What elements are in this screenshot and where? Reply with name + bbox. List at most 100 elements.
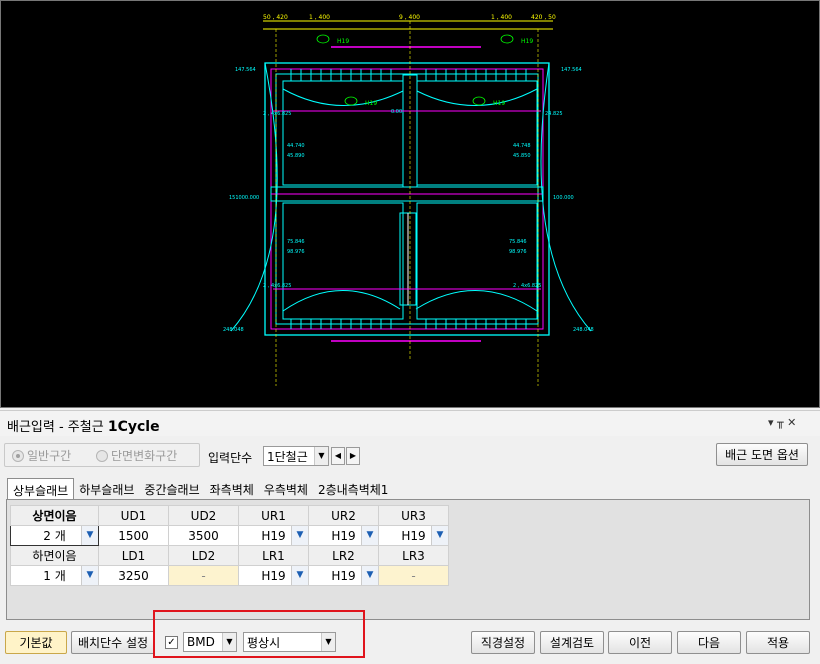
cad-dim-text: 147.564: [235, 67, 256, 73]
stage-next-button[interactable]: ▶: [346, 447, 360, 465]
cad-dim-text: 44.740: [287, 143, 305, 149]
ur1-select[interactable]: H19 ▼: [238, 525, 309, 546]
chevron-down-icon: ▼: [361, 566, 378, 585]
ur3-select[interactable]: H19 ▼: [378, 525, 449, 546]
tab-right-wall[interactable]: 우측벽체: [259, 478, 313, 500]
table-header-cell: LD2: [168, 545, 239, 566]
table-cell-value: 2 개: [43, 529, 66, 543]
radio-general-label: 일반구간: [27, 449, 72, 463]
radio-general-section[interactable]: 일반구간: [12, 447, 71, 464]
chevron-down-icon: ▼: [314, 447, 328, 465]
table-row: 1 개 ▼ 3250 - H19 ▼ H19 ▼ -: [10, 565, 449, 586]
cad-drawing-canvas[interactable]: 50 , 420 1 , 400 9 , 400 1 , 400 420 , 5…: [0, 0, 820, 408]
table-header-cell: UR1: [238, 505, 309, 526]
cad-dim-text: 9 , 400: [399, 14, 420, 21]
table-header-cell: LR3: [378, 545, 449, 566]
table-cell-value: 1 개: [43, 569, 66, 583]
table-cell-value: H19: [331, 568, 356, 583]
panel-title: 배근입력 - 주철근 1Cycle: [7, 416, 160, 435]
lr3-input: -: [378, 565, 449, 586]
table-header-cell: 상면이음: [10, 505, 99, 526]
tab-bottom-slab[interactable]: 하부슬래브: [74, 478, 139, 500]
cad-dim-text: 151000.000: [229, 195, 259, 201]
cad-dim-text: 98.976: [287, 249, 305, 255]
chevron-down-icon: ▼: [361, 526, 378, 545]
cad-dim-text: 420 , 50: [531, 14, 556, 21]
table-header-cell: UD1: [98, 505, 169, 526]
cad-dim-text: 0.00: [391, 109, 402, 115]
stage-setting-button[interactable]: 배치단수 설정: [71, 631, 155, 654]
table-cell-value: H19: [261, 568, 286, 583]
drawing-option-button[interactable]: 배근 도면 옵션: [716, 443, 808, 466]
input-stage-select[interactable]: 1단철근 ▼: [263, 446, 329, 466]
rebar-table: 상면이음 UD1 UD2 UR1 UR2 UR3 2 개 ▼ 1500 3500 …: [10, 505, 449, 586]
table-header-cell: LR1: [238, 545, 309, 566]
ld2-input: -: [168, 565, 239, 586]
next-button[interactable]: 다음: [677, 631, 741, 654]
cad-dim-text: 2 , 4x6.825: [513, 283, 541, 289]
cad-dim-text: 98.976: [509, 249, 527, 255]
table-header-cell: UD2: [168, 505, 239, 526]
cad-top-dims: 50 , 420 1 , 400 9 , 400 1 , 400 420 , 5…: [263, 14, 556, 21]
cad-callout-text: H19: [337, 38, 349, 45]
cad-callout-text: H19: [521, 38, 533, 45]
table-cell-value: H19: [401, 528, 426, 543]
diameter-setting-button[interactable]: 직경설정: [471, 631, 535, 654]
table-header-cell: LR2: [308, 545, 379, 566]
chevron-down-icon: ▼: [431, 526, 448, 545]
table-header-cell: UR2: [308, 505, 379, 526]
design-check-button[interactable]: 설계검토: [540, 631, 604, 654]
cad-dim-text: 45.850: [513, 153, 531, 159]
table-row: 상면이음 UD1 UD2 UR1 UR2 UR3: [10, 505, 449, 526]
slab-tabs: 상부슬래브 하부슬래브 중간슬래브 좌측벽체 우측벽체 2층내측벽체1: [7, 478, 393, 500]
table-header-cell: 하면이음: [10, 545, 99, 566]
cad-dim-text: 248.048: [223, 327, 244, 333]
default-button[interactable]: 기본값: [5, 631, 67, 654]
cad-dim-text: 248.048: [573, 327, 594, 333]
panel-title-prefix: 배근입력 - 주철근: [7, 420, 104, 435]
chevron-down-icon: ▼: [81, 566, 98, 585]
top-splice-count-select[interactable]: 2 개 ▼: [10, 525, 99, 546]
ur2-select[interactable]: H19 ▼: [308, 525, 379, 546]
cad-dim-text: 45.890: [287, 153, 305, 159]
chevron-down-icon: ▼: [81, 526, 98, 545]
panel-window-controls[interactable]: ▾ ╥ ✕: [768, 416, 796, 429]
cad-dim-text: 1 , 400: [491, 14, 512, 21]
ld1-input[interactable]: 3250: [98, 565, 169, 586]
ud2-input[interactable]: 3500: [168, 525, 239, 546]
tab-left-wall[interactable]: 좌측벽체: [205, 478, 259, 500]
input-stage-label: 입력단수: [208, 451, 253, 465]
cad-dim-text: 1 , 400: [309, 14, 330, 21]
chevron-down-icon: ▼: [291, 566, 308, 585]
lr2-select[interactable]: H19 ▼: [308, 565, 379, 586]
cad-dim-text: 24.825: [545, 111, 563, 117]
cad-dim-text: 75.846: [509, 239, 527, 245]
table-row: 2 개 ▼ 1500 3500 H19 ▼ H19 ▼ H19 ▼: [10, 525, 449, 546]
tab-top-slab[interactable]: 상부슬래브: [7, 478, 75, 500]
table-header-cell: UR3: [378, 505, 449, 526]
apply-button[interactable]: 적용: [746, 631, 810, 654]
tab-middle-slab[interactable]: 중간슬래브: [139, 478, 204, 500]
tab-inner-wall-2f[interactable]: 2층내측벽체1: [313, 478, 393, 500]
table-row: 하면이음 LD1 LD2 LR1 LR2 LR3: [10, 545, 449, 566]
cad-dim-text: 2 , 4x6.825: [263, 111, 291, 117]
lr1-select[interactable]: H19 ▼: [238, 565, 309, 586]
highlight-box: [153, 610, 365, 658]
prev-button[interactable]: 이전: [608, 631, 672, 654]
panel-title-cycle: 1Cycle: [107, 419, 160, 435]
cad-dim-text: 50 , 420: [263, 14, 288, 21]
radio-dot-icon: [12, 449, 24, 462]
radio-change-section[interactable]: 단면변화구간: [96, 447, 177, 464]
table-header-cell: LD1: [98, 545, 169, 566]
cad-dim-text: 44.748: [513, 143, 531, 149]
ud1-input[interactable]: 1500: [98, 525, 169, 546]
cad-callout-text: H19: [493, 100, 505, 107]
cad-dim-text: 75.846: [287, 239, 305, 245]
panel-header: 배근입력 - 주철근 1Cycle ▾ ╥ ✕: [0, 410, 820, 436]
stage-prev-button[interactable]: ◀: [331, 447, 345, 465]
input-stage-value: 1단철근: [267, 449, 308, 464]
bottom-splice-count-select[interactable]: 1 개 ▼: [10, 565, 99, 586]
cad-dim-text: 147.564: [561, 67, 582, 73]
radio-dot-icon: [96, 449, 108, 462]
table-cell-value: H19: [261, 528, 286, 543]
